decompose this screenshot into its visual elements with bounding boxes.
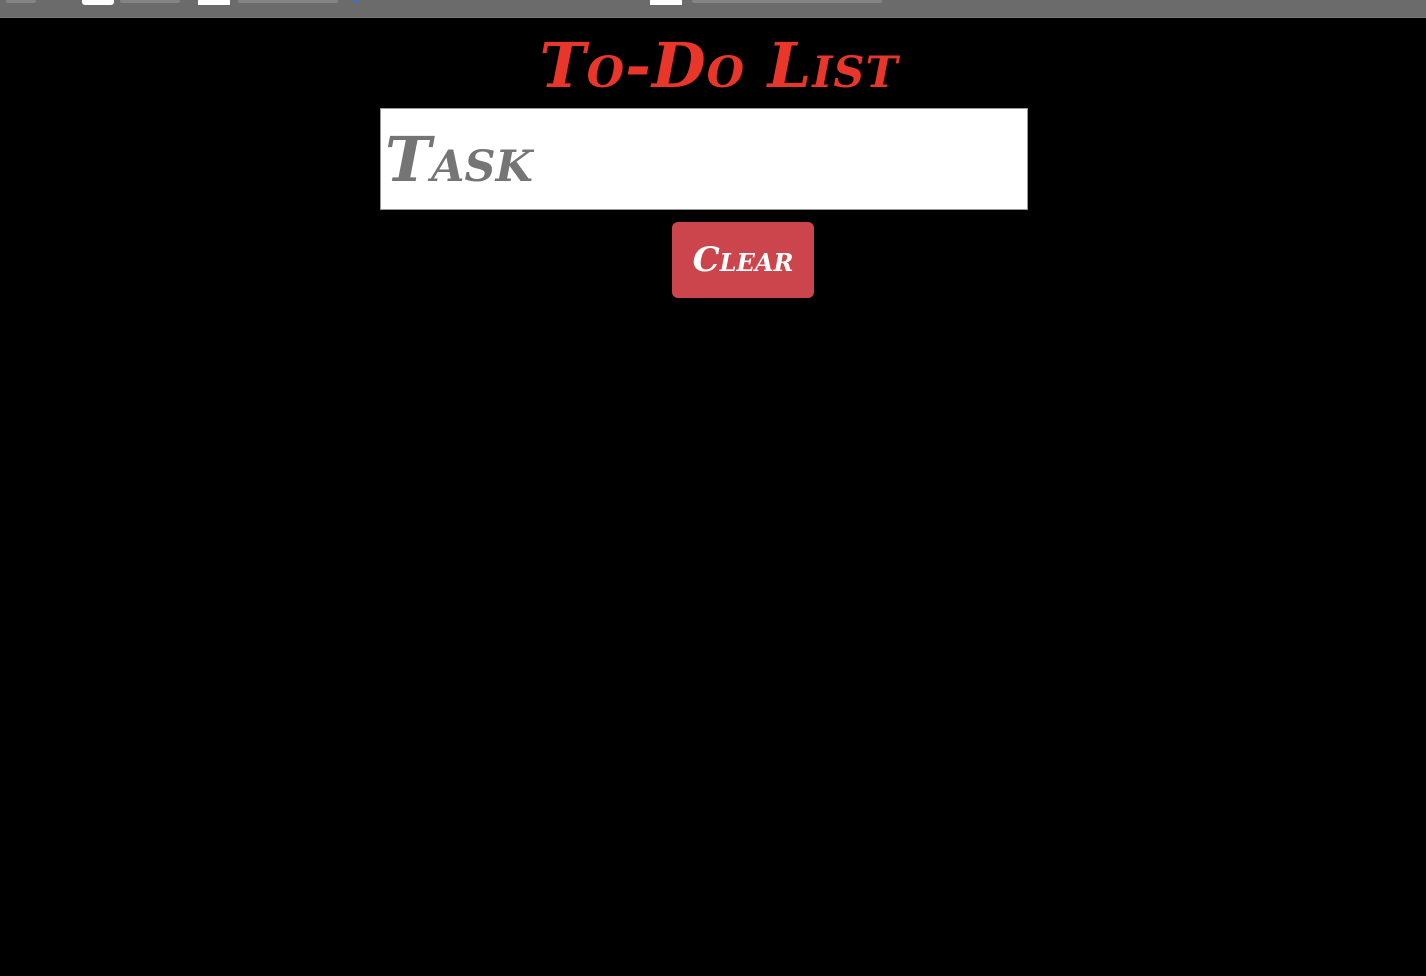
browser-bookmarks-bar bbox=[0, 0, 1426, 18]
bookmark-item[interactable] bbox=[692, 0, 882, 3]
bookmark-item[interactable] bbox=[120, 0, 180, 3]
task-input[interactable] bbox=[380, 108, 1028, 210]
bookmark-favicon-icon[interactable] bbox=[198, 0, 230, 5]
page-title: To-Do List bbox=[539, 29, 899, 102]
bookmark-favicon-icon[interactable] bbox=[650, 0, 682, 5]
bookmark-item[interactable] bbox=[6, 0, 36, 3]
bookmark-item[interactable] bbox=[238, 0, 338, 3]
todo-app: To-Do List Clear bbox=[0, 18, 1426, 976]
bookmark-favicon-icon[interactable] bbox=[82, 0, 114, 5]
clear-button[interactable]: Clear bbox=[672, 222, 814, 298]
bookmark-favicon-icon[interactable] bbox=[352, 0, 360, 2]
